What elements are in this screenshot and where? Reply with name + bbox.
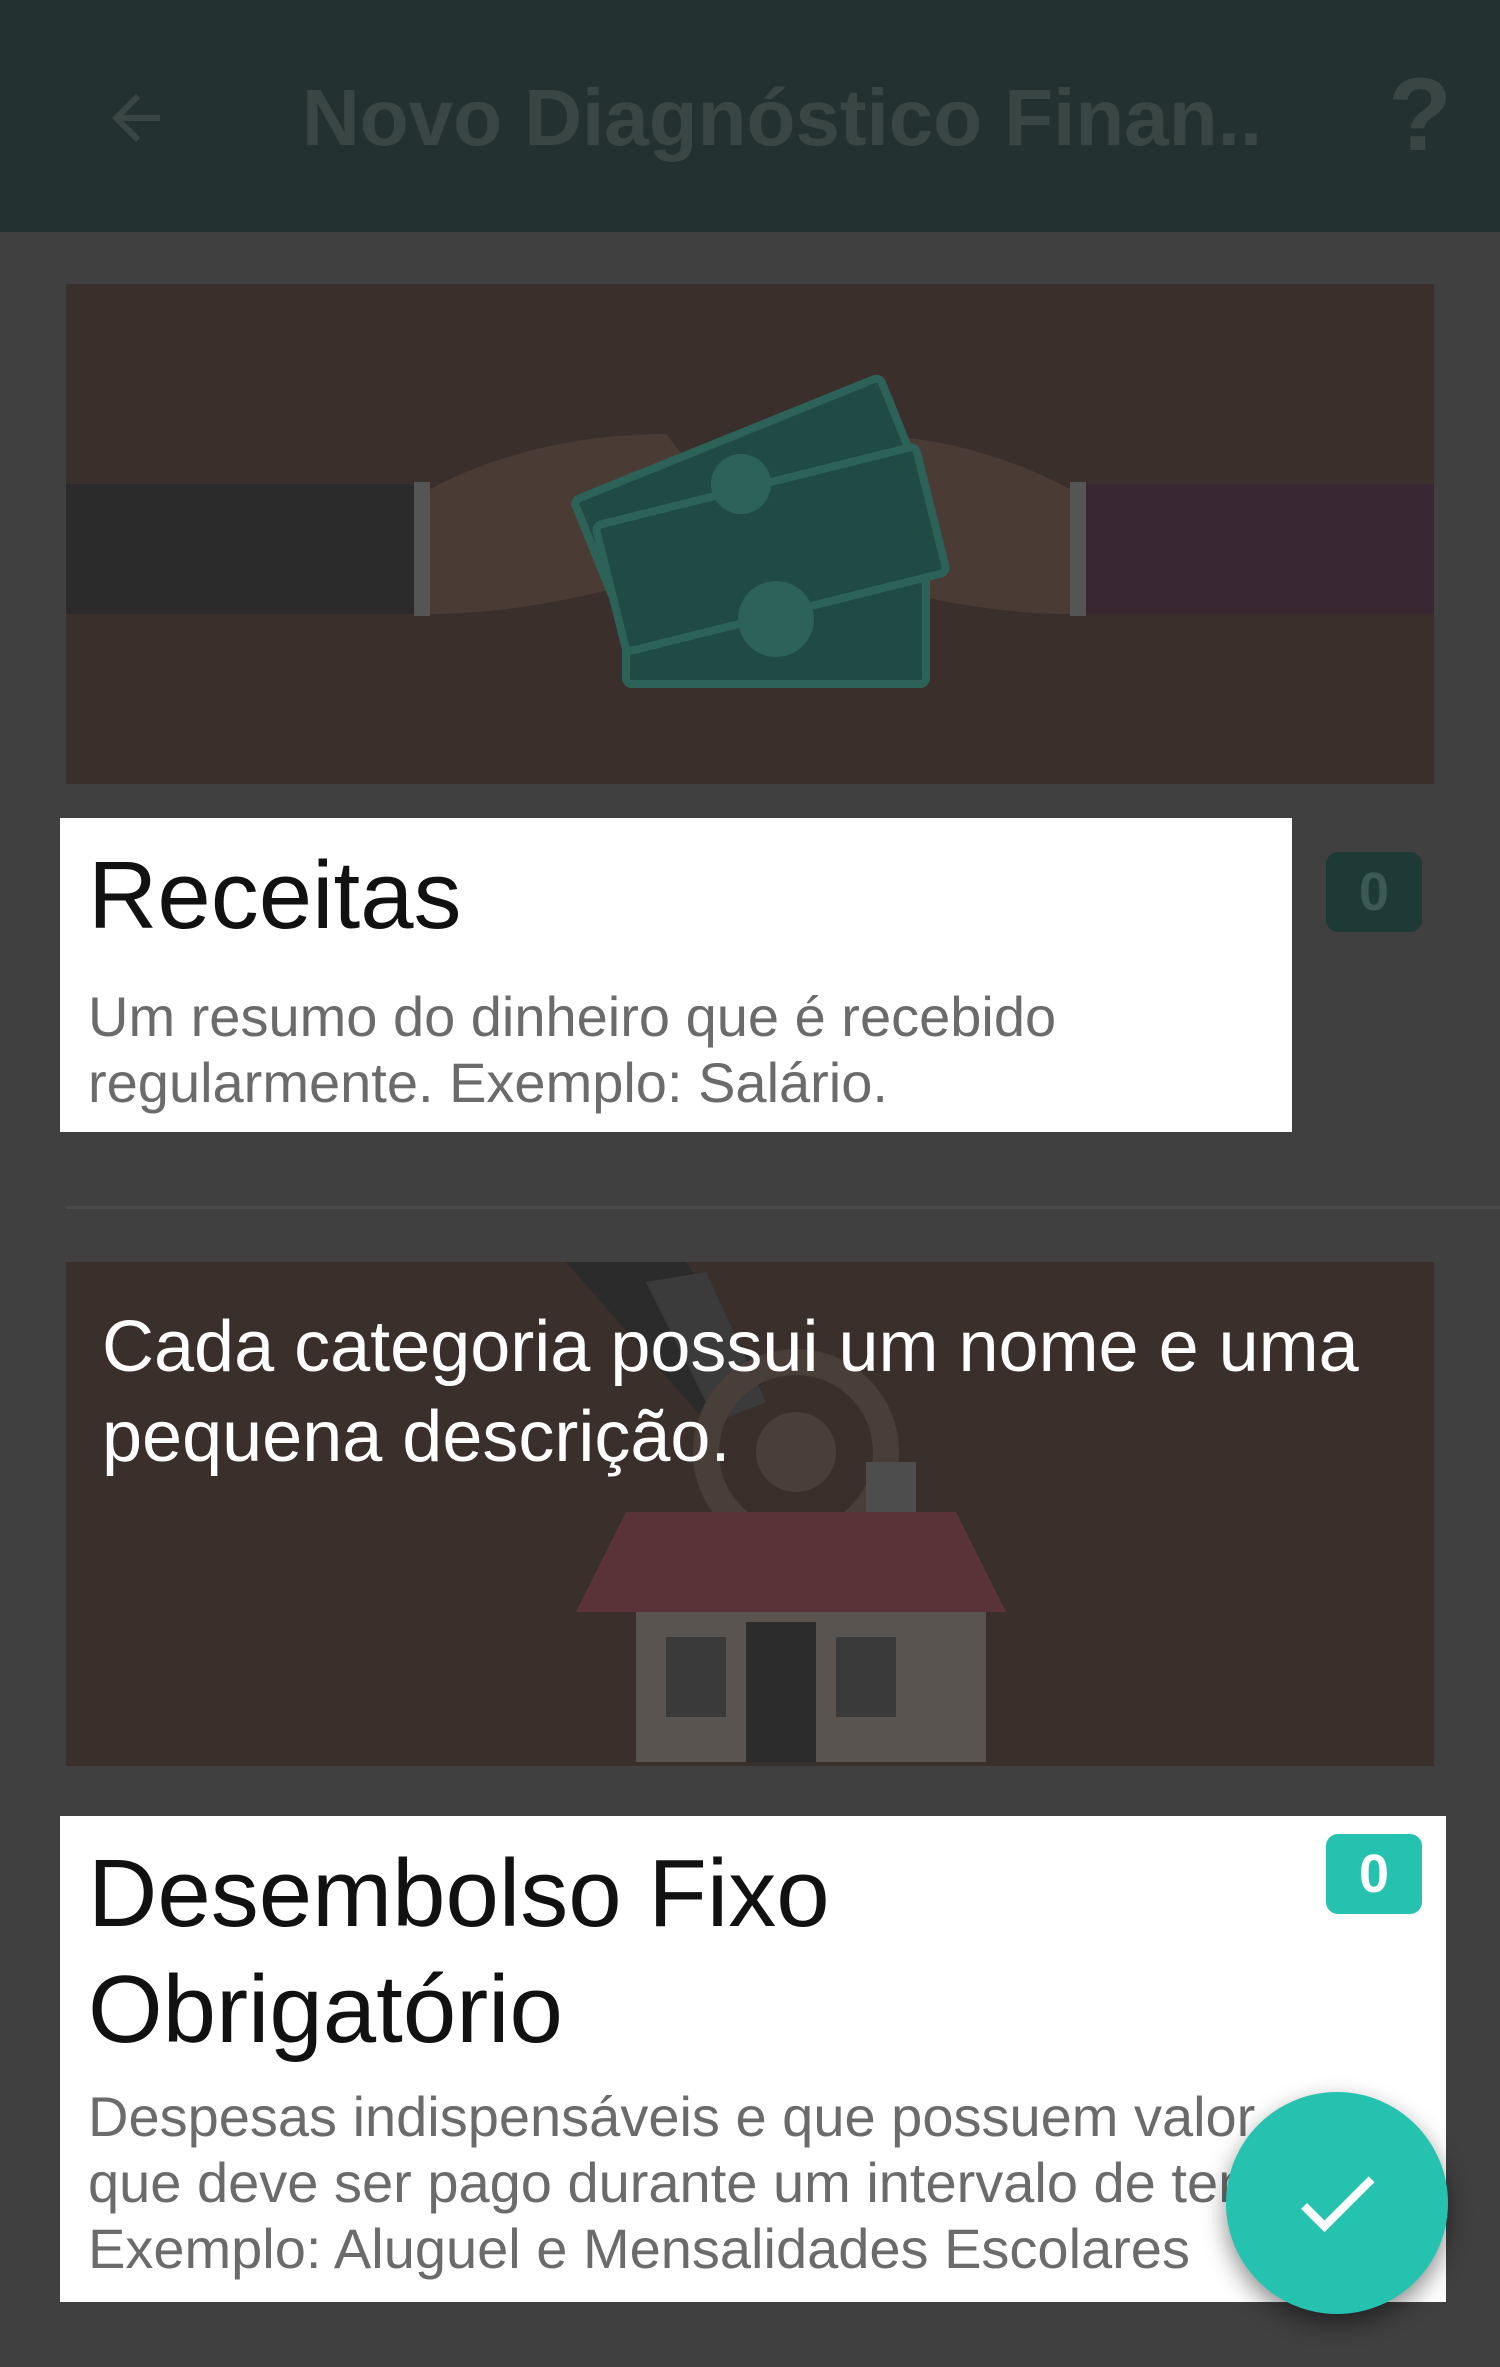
receitas-image (66, 284, 1434, 784)
category-description: Um resumo do dinheiro que é recebido reg… (88, 985, 1057, 1114)
confirm-fab[interactable] (1226, 2092, 1448, 2314)
help-button[interactable]: ? (1370, 60, 1470, 170)
category-name: Receitas (88, 842, 462, 949)
count-badge: 0 (1326, 1834, 1422, 1914)
category-description: Despesas indispensáveis e que possuem va… (88, 2085, 1328, 2280)
back-button[interactable] (88, 70, 184, 166)
divider (66, 1206, 1500, 1209)
category-card-receitas[interactable]: Receitas Um resumo do dinheiro que é rec… (60, 818, 1292, 1132)
check-icon (1301, 2176, 1375, 2233)
app-bar: Novo Diagnóstico Finan... ? (0, 0, 1500, 232)
count-badge: 0 (1326, 852, 1422, 932)
tutorial-tooltip: Cada categoria possui um nome e uma pequ… (102, 1307, 1359, 1477)
page-title: Novo Diagnóstico Finan... (302, 73, 1262, 162)
arrow-left-icon (112, 94, 160, 142)
category-name: Desembolso Fixo Obrigatório (88, 1840, 830, 2063)
